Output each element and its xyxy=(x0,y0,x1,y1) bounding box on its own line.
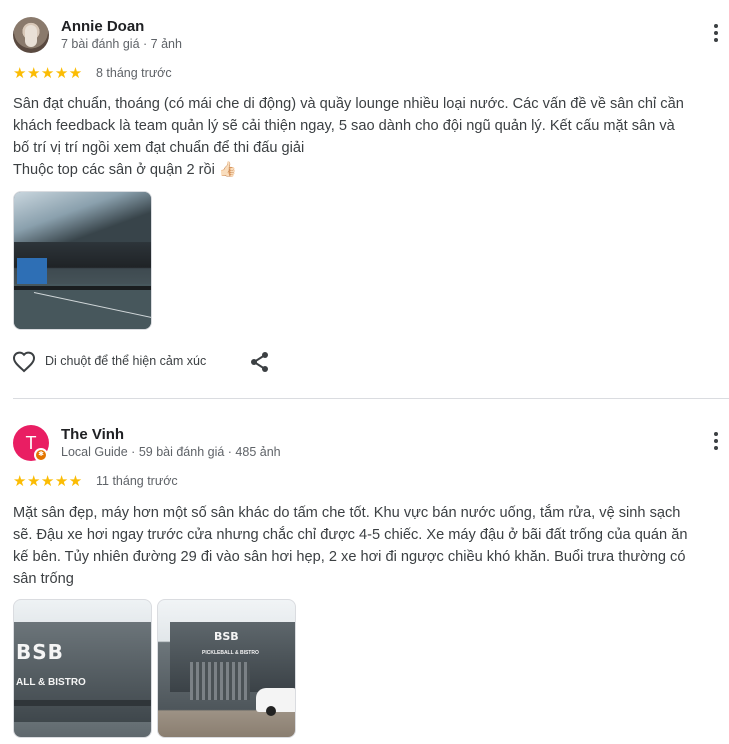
review-text-line: bố trí vị trí ngồi xem đạt chuẩn để thi … xyxy=(13,140,305,156)
photo-sign-text: BSB xyxy=(16,640,64,664)
review-card: Annie Doan 7 bài đánh giá · 7 ảnh ★★★★★ … xyxy=(0,0,729,398)
more-options-icon[interactable] xyxy=(706,432,726,454)
divider xyxy=(13,398,729,399)
photo-sign-text: BSB xyxy=(214,630,239,643)
review-text-line: sân trống xyxy=(13,571,74,587)
review-text-line: Thuộc top các sân ở quận 2 rồi 👍🏻 xyxy=(13,162,238,178)
heart-icon[interactable] xyxy=(12,350,36,374)
review-photo[interactable]: BSB PICKLEBALL & BISTRO xyxy=(157,599,296,738)
review-text: Mặt sân đẹp, máy hơn một số sân khác do … xyxy=(13,502,725,590)
avatar[interactable] xyxy=(13,17,49,53)
photo-sign-text: PICKLEBALL & BISTRO xyxy=(202,650,259,656)
review-text-line: Mặt sân đẹp, máy hơn một số sân khác do … xyxy=(13,505,681,521)
review-text-line: Sân đạt chuẩn, thoáng (có mái che di độn… xyxy=(13,96,684,112)
reviewer-name[interactable]: Annie Doan xyxy=(61,18,144,35)
star-rating: ★★★★★ xyxy=(13,473,83,490)
review-text-line: kế bên. Tủy nhiên đường 29 đi vào sân hơ… xyxy=(13,549,686,565)
review-text-line: sẽ. Đậu xe hơi ngay trước cửa nhưng chắc… xyxy=(13,527,688,543)
review-text-line: khách feedback là team quản lý sẽ cải th… xyxy=(13,118,675,134)
star-rating: ★★★★★ xyxy=(13,65,83,82)
more-options-icon[interactable] xyxy=(706,24,726,46)
reaction-label[interactable]: Di chuột để thể hiện cảm xúc xyxy=(45,354,206,368)
photo-sign-text: ALL & BISTRO xyxy=(16,677,86,688)
reviewer-meta[interactable]: Local Guide · 59 bài đánh giá · 485 ảnh xyxy=(61,445,281,459)
reviewer-name[interactable]: The Vinh xyxy=(61,426,124,443)
review-text: Sân đạt chuẩn, thoáng (có mái che di độn… xyxy=(13,93,725,181)
review-photo[interactable]: BSB ALL & BISTRO xyxy=(13,599,152,738)
review-time: 11 tháng trước xyxy=(96,474,178,488)
local-guide-badge-icon: ✱ xyxy=(34,448,48,462)
review-photo[interactable] xyxy=(13,191,152,330)
review-time: 8 tháng trước xyxy=(96,66,172,80)
share-icon[interactable] xyxy=(249,351,271,373)
reviewer-meta[interactable]: 7 bài đánh giá · 7 ảnh xyxy=(61,37,182,51)
